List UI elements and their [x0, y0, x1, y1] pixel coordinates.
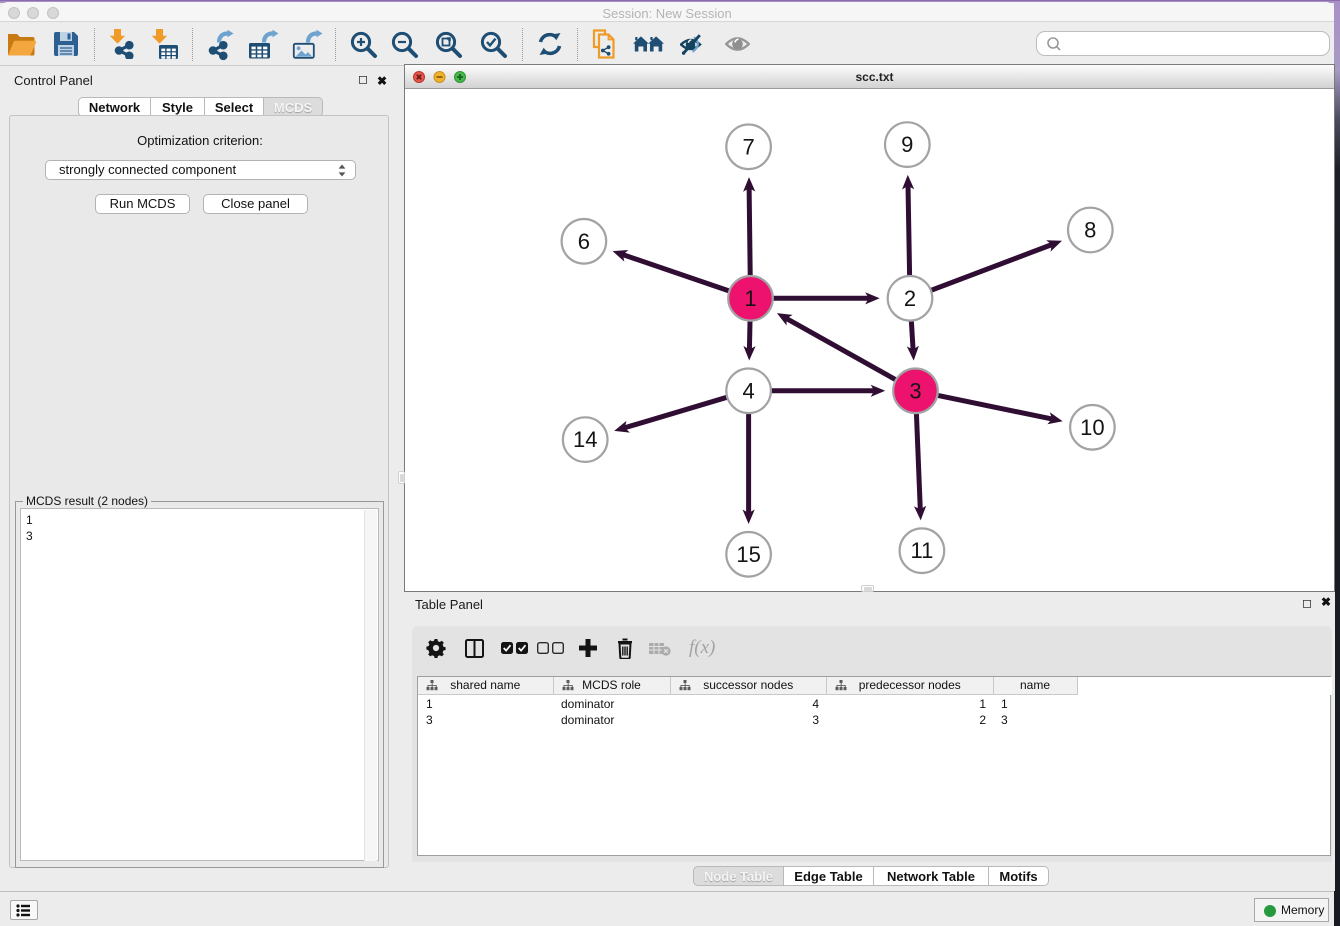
svg-text:2: 2	[904, 286, 916, 311]
svg-text:8: 8	[1084, 218, 1096, 243]
svg-text:11: 11	[910, 538, 933, 563]
svg-text:14: 14	[573, 427, 597, 452]
svg-text:9: 9	[901, 132, 913, 157]
svg-text:10: 10	[1080, 415, 1104, 440]
svg-text:4: 4	[742, 378, 754, 403]
svg-text:6: 6	[578, 229, 590, 254]
svg-text:15: 15	[736, 542, 760, 567]
svg-text:7: 7	[742, 134, 754, 159]
svg-text:1: 1	[744, 286, 756, 311]
svg-text:3: 3	[909, 378, 921, 403]
